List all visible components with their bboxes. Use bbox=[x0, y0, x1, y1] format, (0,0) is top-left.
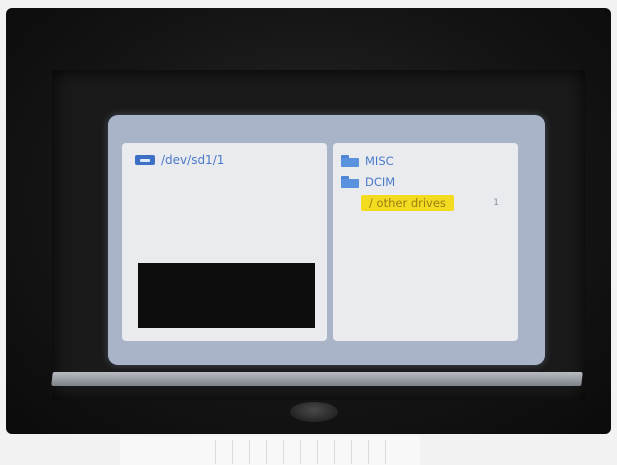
path-row: /dev/sd1/1 bbox=[135, 153, 224, 167]
preview-area bbox=[138, 263, 315, 328]
list-item-label: MISC bbox=[365, 153, 394, 168]
list-item-label: / other drives bbox=[361, 194, 454, 211]
list-item-other-drives[interactable]: / other drives 1 bbox=[341, 192, 511, 213]
file-list: MISC DCIM / other drives 1 bbox=[341, 150, 511, 213]
right-panel: MISC DCIM / other drives 1 bbox=[333, 143, 518, 341]
list-item-count: 1 bbox=[493, 197, 499, 208]
bezel-ledge bbox=[51, 372, 583, 386]
paper-print bbox=[215, 440, 395, 464]
folder-icon bbox=[341, 154, 359, 167]
list-item-misc[interactable]: MISC bbox=[341, 150, 511, 171]
current-path: /dev/sd1/1 bbox=[161, 153, 225, 167]
list-item-dcim[interactable]: DCIM bbox=[341, 171, 511, 192]
drive-icon bbox=[135, 155, 155, 165]
list-item-label: DCIM bbox=[365, 174, 396, 189]
device-screen: /dev/sd1/1 MISC DCIM / other drives 1 bbox=[108, 115, 545, 365]
folder-icon bbox=[341, 175, 359, 188]
left-panel: /dev/sd1/1 bbox=[122, 143, 327, 341]
power-button[interactable] bbox=[290, 402, 338, 422]
